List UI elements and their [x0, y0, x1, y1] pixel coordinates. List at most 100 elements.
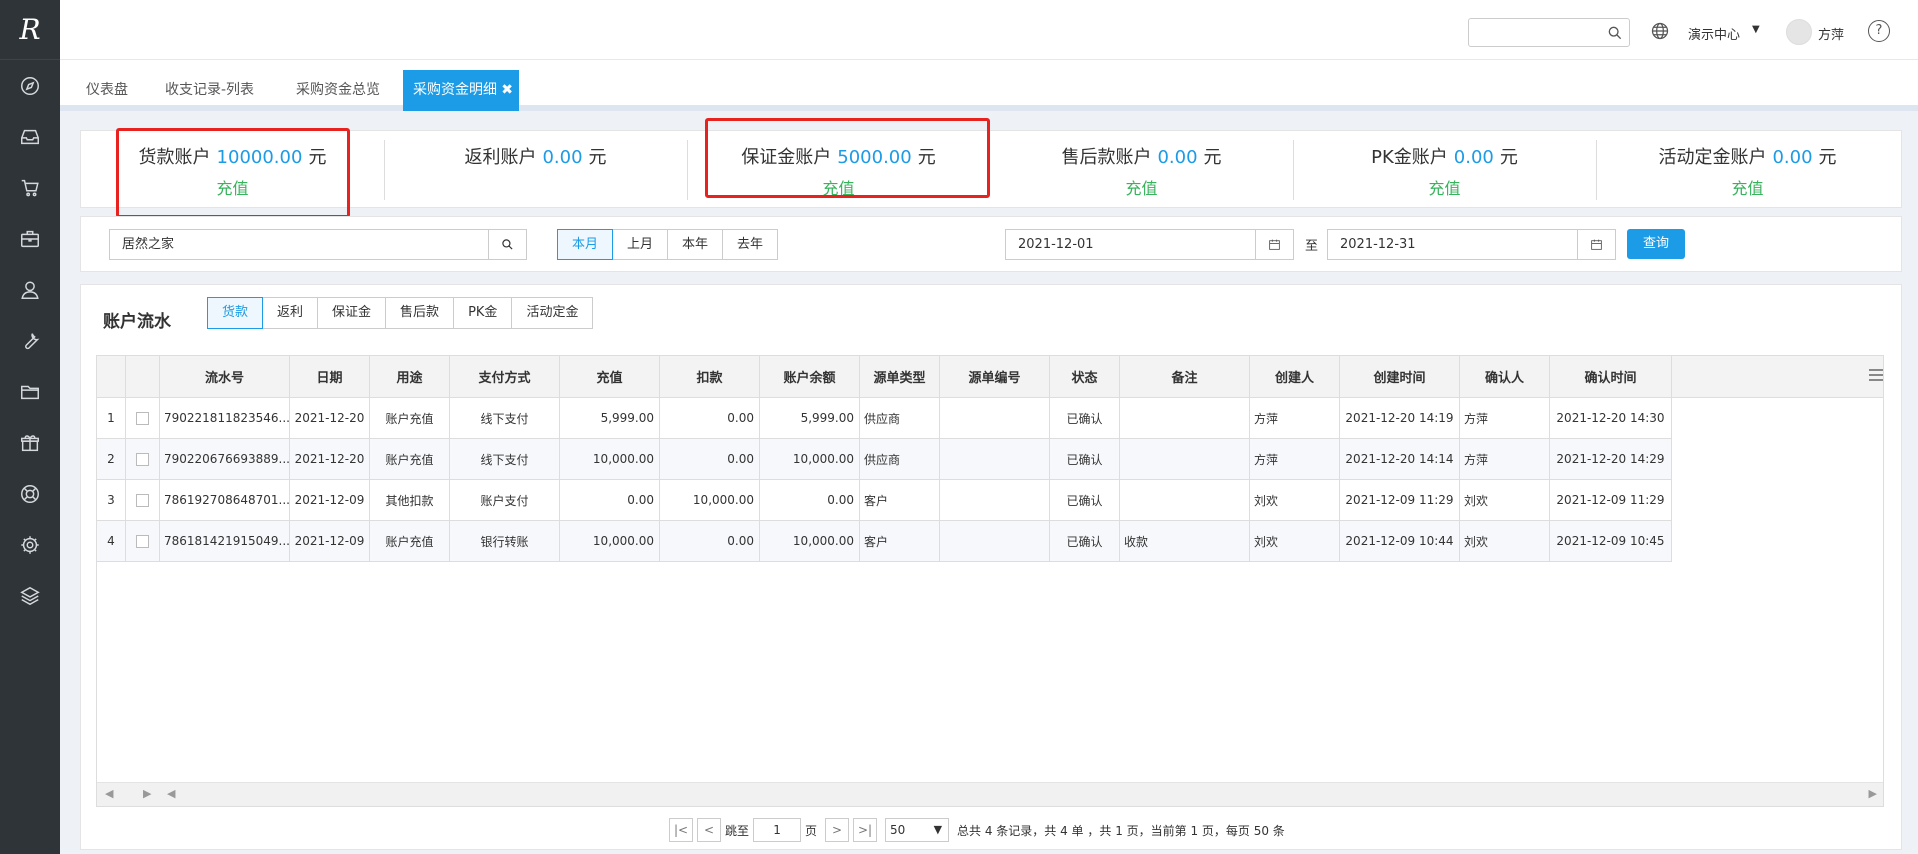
- type-rebate-button[interactable]: 返利: [263, 297, 319, 329]
- recharge-link[interactable]: 充值: [1293, 175, 1596, 199]
- cell-remark: [1120, 398, 1250, 438]
- column-menu-icon[interactable]: [1869, 369, 1883, 381]
- cell-recharge: 5,999.00: [560, 398, 660, 438]
- page-size-select[interactable]: 50 ▼: [885, 818, 950, 842]
- tab-purchase-funds-detail[interactable]: 采购资金明细 ✖: [403, 70, 519, 111]
- col-select[interactable]: [126, 356, 160, 397]
- date-to-input[interactable]: 2021-12-31: [1327, 229, 1578, 260]
- table-row[interactable]: 2 790220676693889... 2021-12-20 账户充值 线下支…: [97, 439, 1672, 480]
- type-after-sales-button[interactable]: 售后款: [386, 297, 455, 329]
- date-from-input[interactable]: 2021-12-01: [1005, 229, 1256, 260]
- inbox-icon[interactable]: [0, 111, 60, 162]
- search-icon[interactable]: [1607, 25, 1623, 41]
- col-creator[interactable]: 创建人: [1250, 356, 1340, 397]
- scroll-right-icon[interactable]: ▶: [143, 787, 151, 800]
- query-button[interactable]: 查询: [1627, 229, 1685, 259]
- col-purpose[interactable]: 用途: [370, 356, 450, 397]
- next-page-button[interactable]: >: [825, 818, 850, 842]
- col-confirmer[interactable]: 确认人: [1460, 356, 1550, 397]
- help-icon[interactable]: ?: [1868, 20, 1890, 42]
- account-unit: 元: [1499, 147, 1518, 168]
- calendar-icon[interactable]: [1578, 229, 1616, 260]
- scroll-left-icon[interactable]: ◀: [167, 787, 175, 800]
- tab-purchase-funds-overview[interactable]: 采购资金总览: [286, 70, 390, 111]
- cell-remark: [1120, 480, 1250, 520]
- type-event-deposit-button[interactable]: 活动定金: [512, 297, 594, 329]
- globe-icon[interactable]: [1650, 21, 1670, 41]
- user-name[interactable]: 方萍: [1818, 24, 1844, 43]
- date-range-separator: 至: [1305, 239, 1319, 254]
- table-row[interactable]: 1 790221811823546... 2021-12-20 账户充值 线下支…: [97, 398, 1672, 439]
- cell-recharge: 0.00: [560, 480, 660, 520]
- col-serial[interactable]: 流水号: [160, 356, 290, 397]
- close-icon[interactable]: ✖: [501, 70, 513, 111]
- user-icon[interactable]: [0, 264, 60, 315]
- row-checkbox[interactable]: [126, 398, 160, 438]
- folder-icon[interactable]: [0, 366, 60, 417]
- top-bar: 演示中心 ▼ 方萍 ?: [60, 0, 1918, 60]
- calendar-icon[interactable]: [1256, 229, 1294, 260]
- gift-icon[interactable]: [0, 417, 60, 468]
- gear-icon[interactable]: [0, 519, 60, 570]
- page-number-input[interactable]: 1: [753, 818, 802, 842]
- compass-icon[interactable]: [0, 60, 60, 111]
- scroll-left-icon[interactable]: ◀: [105, 787, 113, 800]
- type-deposit-button[interactable]: 保证金: [318, 297, 387, 329]
- company-input[interactable]: 居然之家: [109, 229, 489, 260]
- cell-status: 已确认: [1050, 521, 1120, 561]
- first-page-button[interactable]: |<: [669, 818, 693, 842]
- col-balance[interactable]: 账户余额: [760, 356, 860, 397]
- app-logo[interactable]: R: [0, 0, 60, 60]
- period-last-month-button[interactable]: 上月: [613, 229, 669, 260]
- tab-income-expense-list[interactable]: 收支记录-列表: [155, 70, 264, 111]
- type-goods-button[interactable]: 货款: [207, 297, 264, 329]
- cell-confirmed-time: 2021-12-09 10:45: [1550, 521, 1672, 561]
- period-this-month-button[interactable]: 本月: [557, 229, 614, 260]
- col-pay-method[interactable]: 支付方式: [450, 356, 560, 397]
- col-date[interactable]: 日期: [290, 356, 370, 397]
- briefcase-icon[interactable]: [0, 213, 60, 264]
- cell-balance: 0.00: [760, 480, 860, 520]
- col-remark[interactable]: 备注: [1120, 356, 1250, 397]
- recharge-link[interactable]: 充值: [81, 175, 384, 199]
- cell-created-time: 2021-12-20 14:14: [1340, 439, 1460, 479]
- col-confirmed-time[interactable]: 确认时间: [1550, 356, 1672, 397]
- col-recharge[interactable]: 充值: [560, 356, 660, 397]
- cart-icon[interactable]: [0, 162, 60, 213]
- chevron-down-icon[interactable]: ▼: [1752, 24, 1760, 35]
- period-selector: 本月 上月 本年 去年: [557, 229, 779, 260]
- type-pk-button[interactable]: PK金: [454, 297, 513, 329]
- row-checkbox[interactable]: [126, 439, 160, 479]
- recharge-link[interactable]: 充值: [1596, 175, 1899, 199]
- scroll-right-icon[interactable]: ▶: [1869, 787, 1877, 800]
- cell-confirmer: 方萍: [1460, 398, 1550, 438]
- org-switcher-label[interactable]: 演示中心: [1688, 24, 1740, 43]
- layers-icon[interactable]: [0, 570, 60, 621]
- col-deduct[interactable]: 扣款: [660, 356, 760, 397]
- table-row[interactable]: 3 786192708648701... 2021-12-09 其他扣款 账户支…: [97, 480, 1672, 521]
- global-search-input[interactable]: [1468, 18, 1630, 47]
- wrench-icon[interactable]: [0, 315, 60, 366]
- avatar[interactable]: [1786, 19, 1812, 45]
- company-search-button[interactable]: [489, 229, 527, 260]
- row-checkbox[interactable]: [126, 521, 160, 561]
- col-source-type[interactable]: 源单类型: [860, 356, 940, 397]
- period-last-year-button[interactable]: 去年: [723, 229, 779, 260]
- col-created-time[interactable]: 创建时间: [1340, 356, 1460, 397]
- col-status[interactable]: 状态: [1050, 356, 1120, 397]
- lifebuoy-icon[interactable]: [0, 468, 60, 519]
- recharge-link[interactable]: 充值: [687, 175, 990, 199]
- account-card-deposit: 保证金账户 5000.00 元 充值: [687, 131, 990, 209]
- col-source-no[interactable]: 源单编号: [940, 356, 1050, 397]
- search-icon: [502, 239, 513, 250]
- period-this-year-button[interactable]: 本年: [668, 229, 724, 260]
- recharge-link[interactable]: 充值: [990, 175, 1293, 199]
- last-page-button[interactable]: >|: [853, 818, 878, 842]
- table-row[interactable]: 4 786181421915049... 2021-12-09 账户充值 银行转…: [97, 521, 1672, 562]
- cell-deduct: 0.00: [660, 398, 760, 438]
- row-checkbox[interactable]: [126, 480, 160, 520]
- horizontal-scrollbar[interactable]: ◀ ▶ ◀ ▶: [97, 782, 1883, 806]
- cell-source-type: 客户: [860, 480, 940, 520]
- tab-dashboard[interactable]: 仪表盘: [76, 70, 138, 111]
- prev-page-button[interactable]: <: [697, 818, 721, 842]
